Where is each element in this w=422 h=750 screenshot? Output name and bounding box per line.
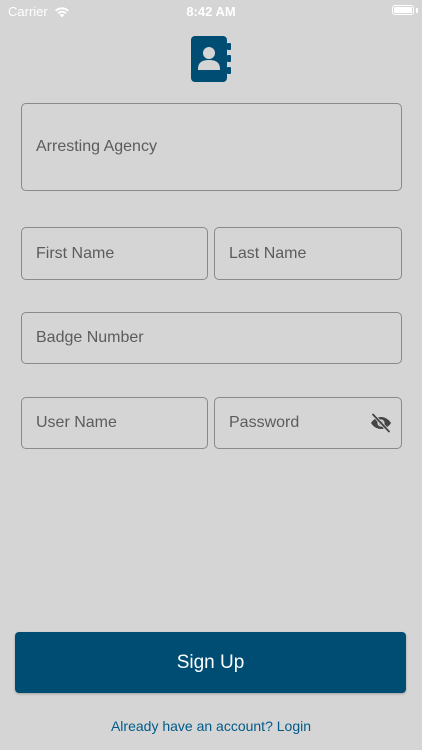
last-name-placeholder: Last Name	[229, 244, 307, 262]
signup-button[interactable]: Sign Up	[15, 632, 406, 693]
first-name-field[interactable]: First Name	[21, 227, 208, 280]
arresting-agency-field[interactable]: Arresting Agency	[21, 103, 402, 191]
badge-number-field[interactable]: Badge Number	[21, 312, 402, 364]
password-placeholder: Password	[229, 414, 300, 431]
arresting-agency-placeholder: Arresting Agency	[36, 138, 157, 155]
user-name-field[interactable]: User Name	[21, 397, 208, 449]
login-link[interactable]: Already have an account? Login	[0, 718, 422, 734]
last-name-field[interactable]: Last Name	[214, 227, 402, 280]
contact-book-icon	[191, 36, 231, 82]
eye-off-icon[interactable]	[369, 411, 393, 435]
battery-tip	[416, 8, 418, 13]
battery-fill	[394, 7, 412, 13]
badge-number-placeholder: Badge Number	[36, 329, 144, 346]
status-bar: Carrier 8:42 AM	[0, 0, 422, 22]
status-time: 8:42 AM	[186, 4, 236, 19]
user-name-placeholder: User Name	[36, 414, 117, 431]
password-field[interactable]: Password	[214, 397, 402, 449]
battery-icon	[392, 5, 414, 15]
first-name-placeholder: First Name	[36, 244, 115, 262]
